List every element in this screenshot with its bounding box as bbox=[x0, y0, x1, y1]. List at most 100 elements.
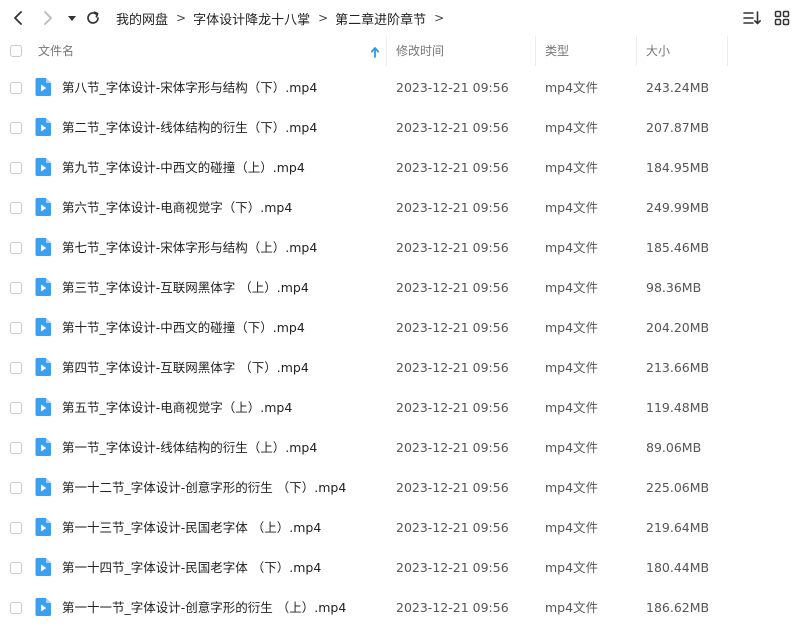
file-size: 186.62MB bbox=[646, 600, 710, 615]
row-checkbox[interactable] bbox=[10, 442, 22, 454]
video-file-icon bbox=[35, 598, 51, 616]
column-divider[interactable] bbox=[727, 36, 728, 66]
breadcrumb: 我的网盘 > 字体设计降龙十八掌 > 第二章进阶章节 > bbox=[116, 0, 451, 36]
video-file-icon bbox=[35, 278, 51, 296]
top-toolbar: 我的网盘 > 字体设计降龙十八掌 > 第二章进阶章节 > bbox=[0, 0, 801, 36]
row-checkbox[interactable] bbox=[10, 402, 22, 414]
file-modified: 2023-12-21 09:56 bbox=[396, 440, 509, 455]
file-size: 185.46MB bbox=[646, 240, 710, 255]
file-modified: 2023-12-21 09:56 bbox=[396, 80, 509, 95]
file-size: 249.99MB bbox=[646, 200, 710, 215]
table-row[interactable]: 第一十三节_字体设计-民国老字体 （上）.mp4 2023-12-21 09:56… bbox=[0, 508, 801, 548]
row-checkbox[interactable] bbox=[10, 282, 22, 294]
video-file-icon bbox=[35, 78, 51, 96]
row-checkbox[interactable] bbox=[10, 522, 22, 534]
row-checkbox[interactable] bbox=[10, 202, 22, 214]
row-checkbox[interactable] bbox=[10, 162, 22, 174]
file-modified: 2023-12-21 09:56 bbox=[396, 560, 509, 575]
breadcrumb-item[interactable]: 字体设计降龙十八掌 bbox=[193, 9, 310, 28]
grid-view-icon bbox=[774, 10, 790, 26]
breadcrumb-item[interactable]: 我的网盘 bbox=[116, 9, 168, 28]
forward-button[interactable] bbox=[36, 6, 60, 30]
row-checkbox[interactable] bbox=[10, 602, 22, 614]
file-type: mp4文件 bbox=[545, 600, 599, 615]
file-name[interactable]: 第一十四节_字体设计-民国老字体 （下）.mp4 bbox=[62, 548, 321, 588]
column-header-name[interactable]: 文件名 bbox=[38, 36, 74, 66]
breadcrumb-separator-icon: > bbox=[176, 11, 187, 25]
sort-button[interactable] bbox=[742, 8, 762, 28]
column-divider[interactable] bbox=[636, 36, 637, 66]
sort-ascending-icon[interactable] bbox=[370, 36, 384, 66]
file-name[interactable]: 第五节_字体设计-电商视觉字（上）.mp4 bbox=[62, 388, 292, 428]
table-row[interactable]: 第六节_字体设计-电商视觉字（下）.mp4 2023-12-21 09:56 mp4… bbox=[0, 188, 801, 228]
video-file-icon bbox=[35, 438, 51, 456]
file-type: mp4文件 bbox=[545, 280, 599, 295]
file-name[interactable]: 第七节_字体设计-宋体字形与结构（上）.mp4 bbox=[62, 228, 317, 268]
file-type: mp4文件 bbox=[545, 240, 599, 255]
column-header-type[interactable]: 类型 bbox=[545, 36, 569, 66]
column-header-size[interactable]: 大小 bbox=[646, 36, 670, 66]
row-checkbox[interactable] bbox=[10, 362, 22, 374]
file-type: mp4文件 bbox=[545, 400, 599, 415]
table-row[interactable]: 第三节_字体设计-互联网黑体字 （上）.mp4 2023-12-21 09:56 m… bbox=[0, 268, 801, 308]
video-file-icon bbox=[35, 318, 51, 336]
table-row[interactable]: 第七节_字体设计-宋体字形与结构（上）.mp4 2023-12-21 09:56 m… bbox=[0, 228, 801, 268]
file-name[interactable]: 第六节_字体设计-电商视觉字（下）.mp4 bbox=[62, 188, 292, 228]
caret-down-icon bbox=[68, 16, 76, 21]
video-file-icon bbox=[35, 518, 51, 536]
table-row[interactable]: 第九节_字体设计-中西文的碰撞（上）.mp4 2023-12-21 09:56 mp… bbox=[0, 148, 801, 188]
row-checkbox[interactable] bbox=[10, 482, 22, 494]
file-size: 98.36MB bbox=[646, 280, 702, 295]
file-name[interactable]: 第九节_字体设计-中西文的碰撞（上）.mp4 bbox=[62, 148, 305, 188]
file-name[interactable]: 第一十三节_字体设计-民国老字体 （上）.mp4 bbox=[62, 508, 321, 548]
row-checkbox[interactable] bbox=[10, 562, 22, 574]
grid-view-button[interactable] bbox=[772, 8, 792, 28]
row-checkbox[interactable] bbox=[10, 322, 22, 334]
file-modified: 2023-12-21 09:56 bbox=[396, 200, 509, 215]
table-row[interactable]: 第二节_字体设计-线体结构的衍生（下）.mp4 2023-12-21 09:56 m… bbox=[0, 108, 801, 148]
file-modified: 2023-12-21 09:56 bbox=[396, 360, 509, 375]
video-file-icon bbox=[35, 118, 51, 136]
table-row[interactable]: 第一十二节_字体设计-创意字形的衍生 （下）.mp4 2023-12-21 09:… bbox=[0, 468, 801, 508]
file-size: 89.06MB bbox=[646, 440, 702, 455]
column-divider[interactable] bbox=[386, 36, 387, 66]
table-row[interactable]: 第一节_字体设计-线体结构的衍生（上）.mp4 2023-12-21 09:56 m… bbox=[0, 428, 801, 468]
table-row[interactable]: 第一十一节_字体设计-创意字形的衍生 （上）.mp4 2023-12-21 09:… bbox=[0, 588, 801, 628]
column-divider[interactable] bbox=[535, 36, 536, 66]
row-checkbox[interactable] bbox=[10, 122, 22, 134]
table-row[interactable]: 第五节_字体设计-电商视觉字（上）.mp4 2023-12-21 09:56 mp4… bbox=[0, 388, 801, 428]
file-size: 225.06MB bbox=[646, 480, 710, 495]
breadcrumb-item[interactable]: 第二章进阶章节 bbox=[335, 9, 426, 28]
column-header-modified[interactable]: 修改时间 bbox=[396, 36, 444, 66]
back-button[interactable] bbox=[6, 6, 30, 30]
file-modified: 2023-12-21 09:56 bbox=[396, 400, 509, 415]
table-row[interactable]: 第十节_字体设计-中西文的碰撞（下）.mp4 2023-12-21 09:56 mp… bbox=[0, 308, 801, 348]
file-type: mp4文件 bbox=[545, 80, 599, 95]
video-file-icon bbox=[35, 198, 51, 216]
file-name[interactable]: 第三节_字体设计-互联网黑体字 （上）.mp4 bbox=[62, 268, 309, 308]
file-name[interactable]: 第十节_字体设计-中西文的碰撞（下）.mp4 bbox=[62, 308, 305, 348]
video-file-icon bbox=[35, 558, 51, 576]
file-type: mp4文件 bbox=[545, 440, 599, 455]
file-name[interactable]: 第一十二节_字体设计-创意字形的衍生 （下）.mp4 bbox=[62, 468, 346, 508]
table-row[interactable]: 第八节_字体设计-宋体字形与结构（下）.mp4 2023-12-21 09:56 m… bbox=[0, 68, 801, 108]
table-row[interactable]: 第一十四节_字体设计-民国老字体 （下）.mp4 2023-12-21 09:56… bbox=[0, 548, 801, 588]
file-type: mp4文件 bbox=[545, 480, 599, 495]
file-name[interactable]: 第八节_字体设计-宋体字形与结构（下）.mp4 bbox=[62, 68, 317, 108]
file-modified: 2023-12-21 09:56 bbox=[396, 520, 509, 535]
file-name[interactable]: 第一节_字体设计-线体结构的衍生（上）.mp4 bbox=[62, 428, 317, 468]
table-row[interactable]: 第四节_字体设计-互联网黑体字 （下）.mp4 2023-12-21 09:56 m… bbox=[0, 348, 801, 388]
refresh-icon bbox=[87, 11, 99, 24]
select-all-checkbox[interactable] bbox=[10, 45, 22, 57]
video-file-icon bbox=[35, 398, 51, 416]
file-name[interactable]: 第二节_字体设计-线体结构的衍生（下）.mp4 bbox=[62, 108, 317, 148]
refresh-button[interactable] bbox=[81, 6, 105, 30]
video-file-icon bbox=[35, 238, 51, 256]
file-type: mp4文件 bbox=[545, 160, 599, 175]
file-name[interactable]: 第四节_字体设计-互联网黑体字 （下）.mp4 bbox=[62, 348, 309, 388]
row-checkbox[interactable] bbox=[10, 82, 22, 94]
file-name[interactable]: 第一十一节_字体设计-创意字形的衍生 （上）.mp4 bbox=[62, 588, 346, 628]
sort-icon bbox=[743, 11, 761, 25]
video-file-icon bbox=[35, 358, 51, 376]
row-checkbox[interactable] bbox=[10, 242, 22, 254]
